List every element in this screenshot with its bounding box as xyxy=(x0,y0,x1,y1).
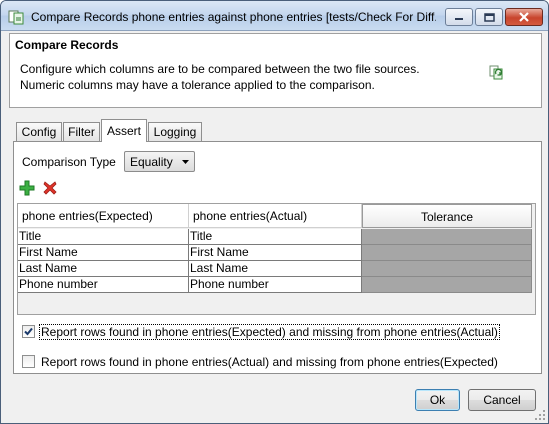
tolerance-cell[interactable] xyxy=(362,245,532,261)
actual-cell[interactable]: First Name xyxy=(189,245,362,261)
comparison-type-label: Comparison Type xyxy=(22,155,116,169)
report-missing-from-expected-checkbox[interactable] xyxy=(22,355,35,368)
expected-cell[interactable]: First Name xyxy=(18,245,189,261)
table-row[interactable]: Last Name Last Name xyxy=(18,261,532,277)
header-description-line-1: Configure which columns are to be compar… xyxy=(20,62,420,76)
close-button[interactable] xyxy=(505,8,543,26)
compare-records-dialog: Compare Records phone entries against ph… xyxy=(0,0,549,424)
cancel-button[interactable]: Cancel xyxy=(468,389,536,411)
expected-cell[interactable]: Last Name xyxy=(18,261,189,277)
minimize-button[interactable] xyxy=(445,8,473,26)
tolerance-cell[interactable] xyxy=(362,261,532,277)
report-missing-from-actual-checkbox[interactable] xyxy=(22,325,35,338)
header-title: Compare Records xyxy=(15,38,119,52)
report-missing-from-expected-option[interactable]: Report rows found in phone entries(Actua… xyxy=(22,354,522,370)
comparison-type-value: Equality xyxy=(130,155,173,169)
maximize-button[interactable] xyxy=(475,8,503,26)
window-title: Compare Records phone entries against ph… xyxy=(31,10,436,24)
resize-grip-icon[interactable] xyxy=(534,409,546,421)
chevron-down-icon xyxy=(182,160,189,164)
header-description-line-2: Numeric columns may have a tolerance app… xyxy=(20,78,375,92)
expected-cell[interactable]: Phone number xyxy=(18,277,189,293)
column-header-expected[interactable]: phone entries(Expected) xyxy=(18,204,189,228)
actual-cell[interactable]: Title xyxy=(189,229,362,245)
header-panel: Compare Records Configure which columns … xyxy=(9,33,542,108)
delete-red-x-icon[interactable] xyxy=(42,180,58,196)
add-green-plus-icon[interactable] xyxy=(19,180,35,196)
expected-cell[interactable]: Title xyxy=(18,229,189,245)
maximize-icon xyxy=(483,12,495,22)
table-row[interactable]: Phone number Phone number xyxy=(18,277,532,293)
report-missing-from-expected-label[interactable]: Report rows found in phone entries(Actua… xyxy=(40,355,499,369)
ok-button[interactable]: Ok xyxy=(415,389,460,411)
table-row[interactable]: First Name First Name xyxy=(18,245,532,261)
close-icon xyxy=(519,12,529,22)
comparison-type-select[interactable]: Equality xyxy=(124,151,195,172)
checkmark-icon xyxy=(24,327,33,336)
tab-config[interactable]: Config xyxy=(16,122,62,142)
report-missing-from-actual-label[interactable]: Report rows found in phone entries(Expec… xyxy=(39,324,500,340)
minimize-icon xyxy=(455,18,463,20)
tab-logging[interactable]: Logging xyxy=(148,122,202,142)
column-header-actual[interactable]: phone entries(Actual) xyxy=(189,204,362,228)
compare-records-icon xyxy=(8,9,24,25)
table-row[interactable]: Title Title xyxy=(18,229,532,245)
report-missing-from-actual-option[interactable]: Report rows found in phone entries(Expec… xyxy=(22,324,522,340)
actual-cell[interactable]: Phone number xyxy=(189,277,362,293)
tab-assert[interactable]: Assert xyxy=(101,119,147,142)
title-bar[interactable]: Compare Records phone entries against ph… xyxy=(1,1,548,31)
actual-cell[interactable]: Last Name xyxy=(189,261,362,277)
tab-filter[interactable]: Filter xyxy=(63,122,100,142)
tolerance-cell[interactable] xyxy=(362,229,532,245)
refresh-compare-icon xyxy=(488,64,504,80)
column-header-tolerance[interactable]: Tolerance xyxy=(362,204,532,228)
tolerance-cell[interactable] xyxy=(362,277,532,293)
assert-tab-panel: Comparison Type Equality phone entries(E… xyxy=(13,141,542,374)
column-mapping-table[interactable]: phone entries(Expected) phone entries(Ac… xyxy=(17,203,536,315)
